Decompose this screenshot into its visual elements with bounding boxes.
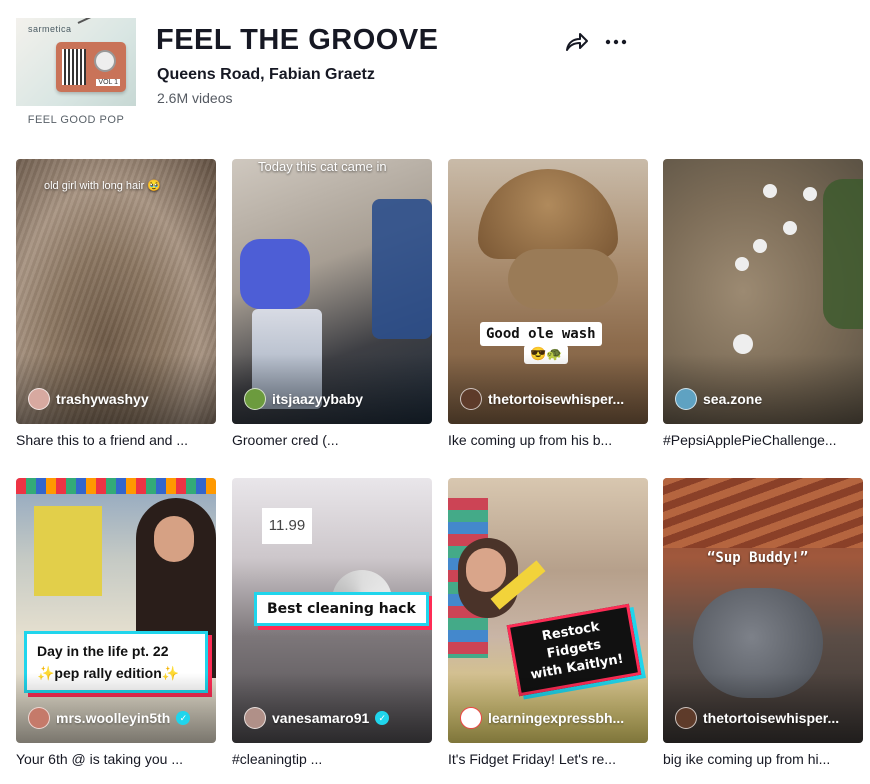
video-card[interactable]: Restock Fidgets with Kaitlyn! learningex… <box>448 478 648 767</box>
video-overlay-text: “Sup Buddy!” <box>707 550 809 566</box>
video-caption[interactable]: Groomer cred (... <box>232 432 432 448</box>
video-author[interactable]: trashywashyy <box>28 388 149 410</box>
video-card[interactable]: Good ole wash 😎🐢 thetortoisewhisper... I… <box>448 159 648 448</box>
video-author[interactable]: mrs.woolleyin5th ✓ <box>28 707 191 729</box>
more-options-button[interactable] <box>602 30 630 56</box>
video-caption[interactable]: It's Fidget Friday! Let's re... <box>448 751 648 767</box>
cover-label: sarmetica <box>28 24 72 34</box>
author-name: mrs.woolleyin5th <box>56 710 171 726</box>
share-arrow-icon <box>566 33 588 51</box>
verified-badge-icon: ✓ <box>375 711 390 725</box>
price-tag: 11.99 <box>262 508 312 544</box>
video-thumbnail[interactable]: old girl with long hair 🥹 trashywashyy <box>16 159 216 424</box>
avatar <box>244 707 266 729</box>
playlist-title: FEEL THE GROOVE <box>156 24 439 56</box>
video-author[interactable]: thetortoisewhisper... <box>460 388 624 410</box>
avatar <box>460 388 482 410</box>
more-dots-icon <box>605 39 627 45</box>
video-overlay-text: Best cleaning hack <box>254 592 429 626</box>
cover-caption: FEEL GOOD POP <box>27 114 125 126</box>
video-author[interactable]: sea.zone <box>675 388 762 410</box>
avatar <box>675 707 697 729</box>
video-thumbnail[interactable]: Restock Fidgets with Kaitlyn! learningex… <box>448 478 648 743</box>
avatar <box>460 707 482 729</box>
video-thumbnail[interactable]: Day in the life pt. 22 ✨pep rally editio… <box>16 478 216 743</box>
author-name: trashywashyy <box>56 391 149 407</box>
author-name: thetortoisewhisper... <box>488 391 625 407</box>
video-card[interactable]: old girl with long hair 🥹 trashywashyy S… <box>16 159 216 448</box>
video-thumbnail[interactable]: Good ole wash 😎🐢 thetortoisewhisper... <box>448 159 648 424</box>
video-author[interactable]: itsjaazyybaby <box>244 388 363 410</box>
avatar <box>244 388 266 410</box>
share-button[interactable] <box>562 30 590 56</box>
video-overlay-text: old girl with long hair 🥹 <box>44 180 162 192</box>
video-caption[interactable]: Share this to a friend and ... <box>16 432 216 448</box>
avatar <box>675 388 697 410</box>
radio-illustration: VOL 1 <box>56 42 126 92</box>
author-name: vanesamaro91 <box>272 710 370 726</box>
avatar <box>28 707 50 729</box>
video-thumbnail[interactable]: sea.zone <box>663 159 863 424</box>
video-count: 2.6M videos <box>157 90 233 106</box>
avatar <box>28 388 50 410</box>
author-name: learningexpressbh... <box>488 710 625 726</box>
author-name: thetortoisewhisper... <box>703 710 840 726</box>
video-caption[interactable]: #cleaningtip ... <box>232 751 432 767</box>
video-overlay-text: Good ole wash <box>480 322 602 346</box>
author-name: sea.zone <box>703 391 763 407</box>
video-card[interactable]: Today this cat came in itsjaazyybaby Gro… <box>232 159 432 448</box>
video-author[interactable]: learningexpressbh... <box>460 707 624 729</box>
author-name: itsjaazyybaby <box>272 391 364 407</box>
video-overlay-text: Today this cat came in <box>258 159 387 174</box>
video-author[interactable]: thetortoisewhisper... <box>675 707 839 729</box>
playlist-header: sarmetica VOL 1 FEEL GOOD POP FEEL THE G… <box>0 0 870 140</box>
verified-badge-icon: ✓ <box>176 711 191 725</box>
video-card[interactable]: sea.zone #PepsiApplePieChallenge... <box>663 159 863 448</box>
video-thumbnail[interactable]: “Sup Buddy!” thetortoisewhisper... <box>663 478 863 743</box>
video-author[interactable]: vanesamaro91 ✓ <box>244 707 390 729</box>
video-caption[interactable]: Your 6th @ is taking you ... <box>16 751 216 767</box>
video-caption[interactable]: Ike coming up from his b... <box>448 432 648 448</box>
video-thumbnail[interactable]: 11.99 Best cleaning hack vanesamaro91 ✓ <box>232 478 432 743</box>
video-card[interactable]: 11.99 Best cleaning hack vanesamaro91 ✓ … <box>232 478 432 767</box>
playlist-cover: sarmetica VOL 1 FEEL GOOD POP <box>16 18 136 130</box>
video-thumbnail[interactable]: Today this cat came in itsjaazyybaby <box>232 159 432 424</box>
cover-art: sarmetica VOL 1 <box>16 18 136 106</box>
video-card[interactable]: “Sup Buddy!” thetortoisewhisper... big i… <box>663 478 863 767</box>
video-overlay-text: Day in the life pt. 22 <box>37 643 169 659</box>
cover-vol: VOL 1 <box>96 79 120 86</box>
video-card[interactable]: Day in the life pt. 22 ✨pep rally editio… <box>16 478 216 767</box>
playlist-artists[interactable]: Queens Road, Fabian Graetz <box>157 66 375 84</box>
video-caption[interactable]: #PepsiApplePieChallenge... <box>663 432 863 448</box>
video-caption[interactable]: big ike coming up from hi... <box>663 751 863 767</box>
